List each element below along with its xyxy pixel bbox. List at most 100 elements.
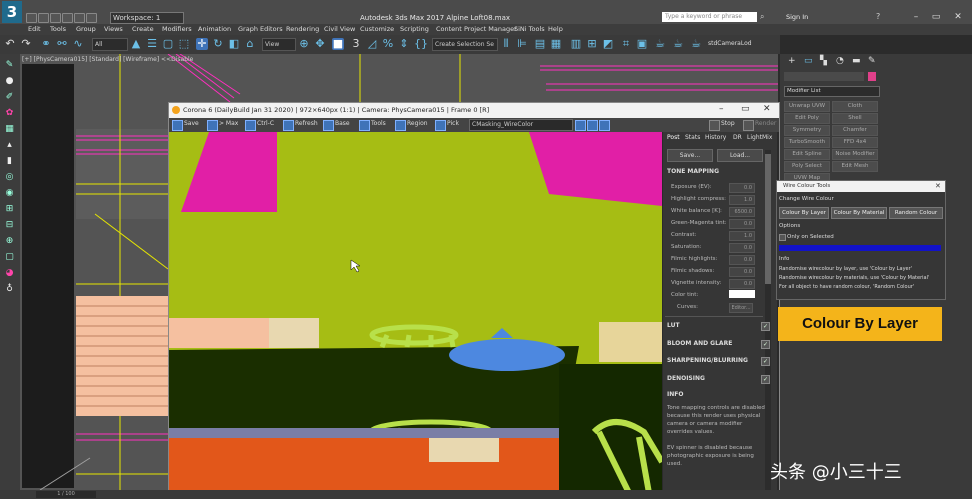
undo-icon[interactable] <box>62 13 73 23</box>
select-move-icon[interactable]: ✛ <box>196 38 208 50</box>
utilities-tab-icon[interactable]: ✎ <box>868 56 876 66</box>
open-file-icon[interactable] <box>38 13 49 23</box>
light-icon[interactable]: ◎ <box>4 172 15 182</box>
fb-refresh-icon[interactable] <box>283 120 294 131</box>
wire-colour-tools-close-icon[interactable]: ✕ <box>935 182 941 190</box>
green-magenta-spinner[interactable]: 0.0 <box>729 219 755 229</box>
shape-icon[interactable]: ▢ <box>4 252 15 262</box>
fb-pick-icon[interactable] <box>435 120 446 131</box>
contrast-spinner[interactable]: 1.0 <box>729 231 755 241</box>
bind-spacewarp-icon[interactable]: ∿ <box>72 38 84 50</box>
menu-rendering[interactable]: Rendering <box>286 25 319 33</box>
fb-tools-button[interactable]: Tools <box>371 120 386 127</box>
eye-icon[interactable]: ◕ <box>4 268 15 278</box>
menu-graph-editors[interactable]: Graph Editors <box>238 25 283 33</box>
modifier-list-dropdown[interactable]: Modifier List <box>784 86 880 97</box>
turbosmooth-button[interactable]: TurboSmooth <box>784 137 830 148</box>
menu-edit[interactable]: Edit <box>28 25 41 33</box>
mirror-icon[interactable]: ⫴ <box>500 38 512 50</box>
fb-refresh-button[interactable]: Refresh <box>295 120 318 127</box>
camera-lod-label[interactable]: stdCameraLod <box>708 40 752 47</box>
menu-create[interactable]: Create <box>132 25 154 33</box>
lut-header[interactable]: LUT <box>667 322 680 329</box>
shell-button[interactable]: Shell <box>832 113 878 124</box>
keyboard-shortcut-override-icon[interactable]: ■ <box>332 38 344 50</box>
fb-tools-icon[interactable] <box>359 120 370 131</box>
spacewarp-icon[interactable]: ⊟ <box>4 220 15 230</box>
fb-ctrl-c-button[interactable]: Ctrl-C <box>257 120 274 127</box>
menu-tools[interactable]: Tools <box>50 25 66 33</box>
fb-pick-button[interactable]: Pick <box>447 120 459 127</box>
fb-stop-button[interactable]: Stop <box>721 120 735 127</box>
menu-animation[interactable]: Animation <box>198 25 231 33</box>
tone-mapping-header[interactable]: TONE MAPPING <box>667 168 719 175</box>
cloth-button[interactable]: Cloth <box>832 101 878 112</box>
tab-post[interactable]: Post <box>667 134 680 141</box>
post-scrollbar-thumb[interactable] <box>765 154 771 284</box>
material-editor-icon[interactable]: ◩ <box>602 38 614 50</box>
fb-base-button[interactable]: Base <box>335 120 350 127</box>
menu-views[interactable]: Views <box>104 25 123 33</box>
minimize-icon[interactable]: – <box>906 11 926 23</box>
close-icon[interactable]: ✕ <box>948 11 968 23</box>
menu-sini-tools[interactable]: SiNi Tools <box>514 25 545 33</box>
render-setup-icon[interactable]: ⌗ <box>620 38 632 50</box>
denoising-header[interactable]: DENOISING <box>667 375 705 382</box>
colour-by-layer-button[interactable]: Colour By Layer <box>779 207 829 219</box>
fb-close-icon[interactable]: ✕ <box>763 104 771 114</box>
fb-save-button[interactable]: Save <box>184 120 199 127</box>
post-load-button[interactable]: Load... <box>717 149 763 162</box>
white-balance-spinner[interactable]: 6500.0 <box>729 207 755 217</box>
fb-render-icon[interactable] <box>743 120 754 131</box>
saturation-spinner[interactable]: 0.0 <box>729 243 755 253</box>
fb-copy-icon[interactable] <box>245 120 256 131</box>
color-tint-swatch[interactable] <box>729 290 755 298</box>
menu-scripting[interactable]: Scripting <box>400 25 429 33</box>
select-scale-icon[interactable]: ◧ <box>228 38 240 50</box>
fb-base-icon[interactable] <box>323 120 334 131</box>
only-selected-checkbox[interactable] <box>779 234 786 241</box>
reference-coordinate-dropdown[interactable]: View <box>262 38 296 51</box>
fb-region-icon[interactable] <box>395 120 406 131</box>
post-save-button[interactable]: Save... <box>667 149 713 162</box>
create-tab-icon[interactable]: + <box>788 56 796 66</box>
sharpening-blurring-checkbox[interactable]: ✓ <box>761 357 770 366</box>
fb-stop-icon[interactable] <box>709 120 720 131</box>
bulb-icon[interactable]: ♁ <box>4 284 15 294</box>
hierarchy-tab-icon[interactable]: ▚ <box>820 56 827 66</box>
graphite-tool-icon[interactable]: ✎ <box>4 60 15 70</box>
snaps-toggle-icon[interactable]: 3 <box>350 38 362 50</box>
select-object-icon[interactable]: ▲ <box>130 38 142 50</box>
system-icon[interactable]: ⊕ <box>4 236 15 246</box>
fb-fit-icon[interactable] <box>587 120 598 131</box>
frame-buffer-window[interactable]: Corona 6 (DailyBuild Jan 31 2020) | 972×… <box>168 102 780 494</box>
highlight-compress-spinner[interactable]: 1.0 <box>729 195 755 205</box>
app-logo[interactable]: 3 <box>2 1 22 23</box>
curve-editor-icon[interactable]: ▥ <box>570 38 582 50</box>
maximize-icon[interactable]: ▭ <box>926 11 946 23</box>
pivot-center-icon[interactable]: ⊕ <box>298 38 310 50</box>
noise-button[interactable]: Noise Modifier <box>832 149 878 160</box>
filmic-shadows-spinner[interactable]: 0.0 <box>729 267 755 277</box>
link-icon[interactable]: ⚭ <box>40 38 52 50</box>
render-iterative-icon[interactable]: ☕ <box>672 38 684 50</box>
undo-icon[interactable]: ↶ <box>4 38 16 50</box>
object-name-field[interactable] <box>784 72 864 81</box>
vignette-intensity-spinner[interactable]: 0.0 <box>729 279 755 289</box>
redo-icon[interactable] <box>74 13 85 23</box>
tab-dr[interactable]: DR <box>733 134 742 141</box>
menu-help[interactable]: Help <box>548 25 563 33</box>
fb-maximize-icon[interactable]: ▭ <box>741 104 750 114</box>
menu-customize[interactable]: Customize <box>360 25 394 33</box>
select-rotate-icon[interactable]: ↻ <box>212 38 224 50</box>
rendered-image[interactable] <box>169 132 662 493</box>
select-by-name-icon[interactable]: ☰ <box>146 38 158 50</box>
angle-snap-icon[interactable]: ◿ <box>366 38 378 50</box>
edit-mesh-button[interactable]: Edit Mesh <box>832 161 878 172</box>
redo-icon[interactable]: ↷ <box>20 38 32 50</box>
tab-lightmix[interactable]: LightMix <box>747 134 772 141</box>
create-selection-set-dropdown[interactable]: Create Selection Se <box>432 38 498 51</box>
menu-modifiers[interactable]: Modifiers <box>162 25 192 33</box>
fb-render-button[interactable]: Render <box>755 120 776 127</box>
curves-editor-button[interactable]: Editor... <box>729 303 753 313</box>
